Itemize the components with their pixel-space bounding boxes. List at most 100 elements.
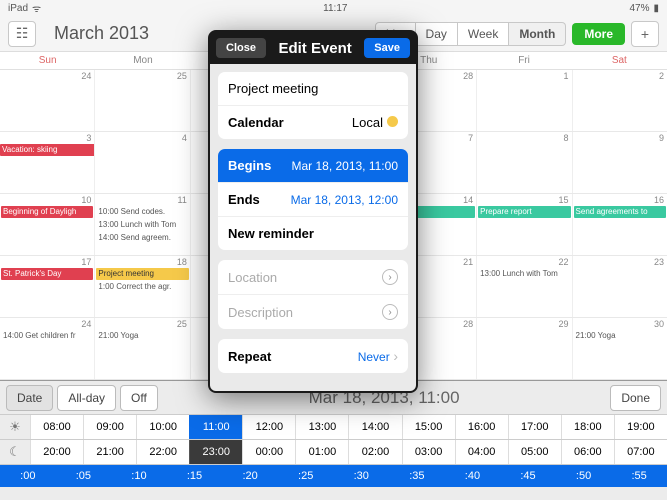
hour-cell[interactable]: 13:00 xyxy=(295,415,348,439)
day-cell[interactable]: 1 xyxy=(477,70,572,131)
minute-cell[interactable]: :50 xyxy=(556,465,612,487)
date-tab[interactable]: Date xyxy=(6,385,53,411)
minute-cell[interactable]: :40 xyxy=(445,465,501,487)
hour-cell[interactable]: 06:00 xyxy=(561,440,614,464)
calendar-event[interactable]: 13:00 Lunch with Tom xyxy=(96,219,188,231)
hour-cell[interactable]: 14:00 xyxy=(348,415,401,439)
wifi-icon: ᯤ xyxy=(32,1,41,15)
minute-cell[interactable]: :15 xyxy=(167,465,223,487)
day-cell[interactable]: 29 xyxy=(477,318,572,379)
hour-cell[interactable]: 11:00 xyxy=(189,415,242,439)
done-button[interactable]: Done xyxy=(610,385,661,411)
day-cell[interactable]: 25 xyxy=(95,70,190,131)
ends-field[interactable]: Ends Mar 18, 2013, 12:00 xyxy=(218,183,408,217)
minute-cell[interactable]: :45 xyxy=(500,465,556,487)
calendar-event[interactable]: Project meeting xyxy=(96,268,188,280)
day-cell[interactable]: 10Beginning of Dayligh xyxy=(0,194,95,255)
calendar-event[interactable]: 13:00 Lunch with Tom xyxy=(478,268,570,280)
location-field[interactable]: Location › xyxy=(218,260,408,295)
minute-cell[interactable]: :30 xyxy=(333,465,389,487)
hour-cell[interactable]: 01:00 xyxy=(295,440,348,464)
hour-cell[interactable]: 16:00 xyxy=(455,415,508,439)
minute-cell[interactable]: :05 xyxy=(56,465,112,487)
calendar-event[interactable]: 14:00 Get children fr xyxy=(1,330,93,342)
minute-cell[interactable]: :35 xyxy=(389,465,445,487)
hour-cell[interactable]: 17:00 xyxy=(508,415,561,439)
view-week[interactable]: Week xyxy=(458,22,509,46)
day-cell[interactable]: 8 xyxy=(477,132,572,193)
hour-cell[interactable]: 00:00 xyxy=(242,440,295,464)
minute-cell[interactable]: :25 xyxy=(278,465,334,487)
day-cell[interactable]: 2414:00 Get children fr xyxy=(0,318,95,379)
event-name-field[interactable]: Project meeting xyxy=(218,72,408,106)
calendar-event[interactable]: Send agreements to xyxy=(574,206,666,218)
hour-cell[interactable]: 07:00 xyxy=(614,440,667,464)
new-reminder-field[interactable]: New reminder xyxy=(218,217,408,250)
day-number: 30 xyxy=(654,319,664,329)
more-button[interactable]: More xyxy=(572,23,625,45)
hour-cell[interactable]: 02:00 xyxy=(348,440,401,464)
close-button[interactable]: Close xyxy=(216,38,266,58)
day-cell[interactable]: 16Send agreements to xyxy=(573,194,667,255)
hour-cell[interactable]: 23:00 xyxy=(189,440,242,464)
minute-cell[interactable]: :20 xyxy=(222,465,278,487)
view-day[interactable]: Day xyxy=(416,22,458,46)
calendar-field[interactable]: Calendar Local xyxy=(218,106,408,139)
hour-cell[interactable]: 12:00 xyxy=(242,415,295,439)
calendar-event[interactable]: 21:00 Yoga xyxy=(96,330,188,342)
repeat-field[interactable]: Repeat Never › xyxy=(218,339,408,373)
allday-tab[interactable]: All-day xyxy=(57,385,116,411)
hour-cell[interactable]: 03:00 xyxy=(402,440,455,464)
description-field[interactable]: Description › xyxy=(218,295,408,329)
off-tab[interactable]: Off xyxy=(120,385,158,411)
hour-cell[interactable]: 04:00 xyxy=(455,440,508,464)
hour-cell[interactable]: 08:00 xyxy=(30,415,83,439)
calendar-event[interactable]: Vacation: skiing xyxy=(0,144,95,156)
day-number: 10 xyxy=(81,195,91,205)
calendar-list-icon[interactable]: ☷ xyxy=(8,21,36,47)
minute-cell[interactable]: :00 xyxy=(0,465,56,487)
day-cell[interactable]: 23 xyxy=(573,256,667,317)
day-cell[interactable]: 1110:00 Send codes.13:00 Lunch with Tom1… xyxy=(95,194,190,255)
day-cell[interactable]: 24 xyxy=(0,70,95,131)
day-cell[interactable]: 18Project meeting1:00 Correct the agr. xyxy=(95,256,190,317)
day-cell[interactable]: 3021:00 Yoga xyxy=(573,318,667,379)
calendar-event[interactable]: St. Patrick's Day xyxy=(1,268,93,280)
add-event-button[interactable]: + xyxy=(631,21,659,47)
hour-cell[interactable]: 19:00 xyxy=(614,415,667,439)
day-cell[interactable]: 2 xyxy=(573,70,667,131)
calendar-event[interactable]: 1:00 Correct the agr. xyxy=(96,281,188,293)
calendar-event[interactable]: Beginning of Dayligh xyxy=(1,206,93,218)
calendar-event[interactable]: 14:00 Send agreem. xyxy=(96,232,188,244)
hour-cell[interactable]: 05:00 xyxy=(508,440,561,464)
day-number: 17 xyxy=(81,257,91,267)
calendar-event[interactable]: Prepare report xyxy=(478,206,570,218)
chevron-right-icon: › xyxy=(382,269,398,285)
begins-field[interactable]: Begins Mar 18, 2013, 11:00 xyxy=(218,149,408,183)
minute-cell[interactable]: :55 xyxy=(611,465,667,487)
minute-cell[interactable]: :10 xyxy=(111,465,167,487)
day-cell[interactable]: 9 xyxy=(573,132,667,193)
day-number: 14 xyxy=(463,195,473,205)
month-title[interactable]: March 2013 xyxy=(54,23,149,44)
hour-cell[interactable]: 21:00 xyxy=(83,440,136,464)
hour-cell[interactable]: 09:00 xyxy=(83,415,136,439)
day-cell[interactable]: 17St. Patrick's Day xyxy=(0,256,95,317)
hour-cell[interactable]: 22:00 xyxy=(136,440,189,464)
day-cell[interactable]: 2521:00 Yoga xyxy=(95,318,190,379)
clock: 11:17 xyxy=(323,3,347,14)
day-cell[interactable]: 4 xyxy=(95,132,190,193)
day-header-cell: Fri xyxy=(476,52,571,69)
hour-cell[interactable]: 10:00 xyxy=(136,415,189,439)
hour-cell[interactable]: 20:00 xyxy=(30,440,83,464)
save-button[interactable]: Save xyxy=(364,38,410,58)
hour-cell[interactable]: 18:00 xyxy=(561,415,614,439)
calendar-event[interactable]: 21:00 Yoga xyxy=(574,330,666,342)
calendar-event[interactable]: 10:00 Send codes. xyxy=(96,206,188,218)
hour-cell[interactable]: 15:00 xyxy=(402,415,455,439)
view-month[interactable]: Month xyxy=(509,22,566,46)
day-number: 21 xyxy=(463,257,473,267)
day-cell[interactable]: 2213:00 Lunch with Tom xyxy=(477,256,572,317)
day-cell[interactable]: 15Prepare report xyxy=(477,194,572,255)
day-cell[interactable]: 3Vacation: skiing xyxy=(0,132,95,193)
